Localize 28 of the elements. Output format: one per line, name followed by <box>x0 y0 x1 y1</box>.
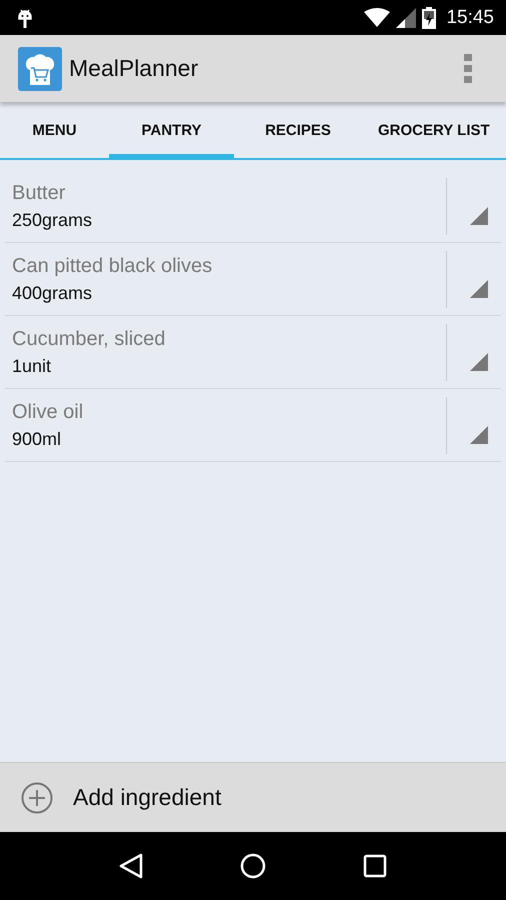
ingredient-quantity: 400grams <box>12 282 94 304</box>
ingredient-quantity: 900ml <box>12 428 62 450</box>
plus-circle-icon <box>21 782 53 814</box>
tab[interactable]: RECIPES <box>234 107 362 159</box>
signal-icon <box>396 8 416 28</box>
battery-icon <box>422 6 436 28</box>
tab[interactable]: MENU <box>0 107 109 159</box>
overflow-menu-icon[interactable] <box>464 54 472 84</box>
ingredient-name: Cucumber, sliced <box>12 328 166 350</box>
dropdown-corner-icon[interactable] <box>470 280 488 298</box>
chef-hat-cart-icon <box>18 46 62 90</box>
add-ingredient-button[interactable]: Add ingredient <box>0 762 506 832</box>
ingredient-name: Can pitted black olives <box>12 254 214 278</box>
wifi-icon <box>364 8 390 28</box>
clock-time: 15:45 <box>446 6 494 28</box>
recents-icon[interactable] <box>363 854 388 878</box>
ingredient-name: Butter <box>12 182 66 204</box>
dropdown-corner-icon[interactable] <box>470 207 488 225</box>
ingredient-quantity: 1unit <box>12 356 52 376</box>
app-title: MealPlanner <box>69 55 200 82</box>
ingredient-name: Olive oil <box>12 400 84 424</box>
dropdown-corner-icon[interactable] <box>470 353 488 371</box>
ingredient-quantity: 250grams <box>12 210 94 230</box>
dropdown-corner-icon[interactable] <box>470 426 488 444</box>
tab[interactable]: GROCERY LIST <box>362 107 506 159</box>
home-icon[interactable] <box>240 853 266 879</box>
tab[interactable]: PANTRY <box>109 107 234 159</box>
back-icon[interactable] <box>118 853 143 879</box>
